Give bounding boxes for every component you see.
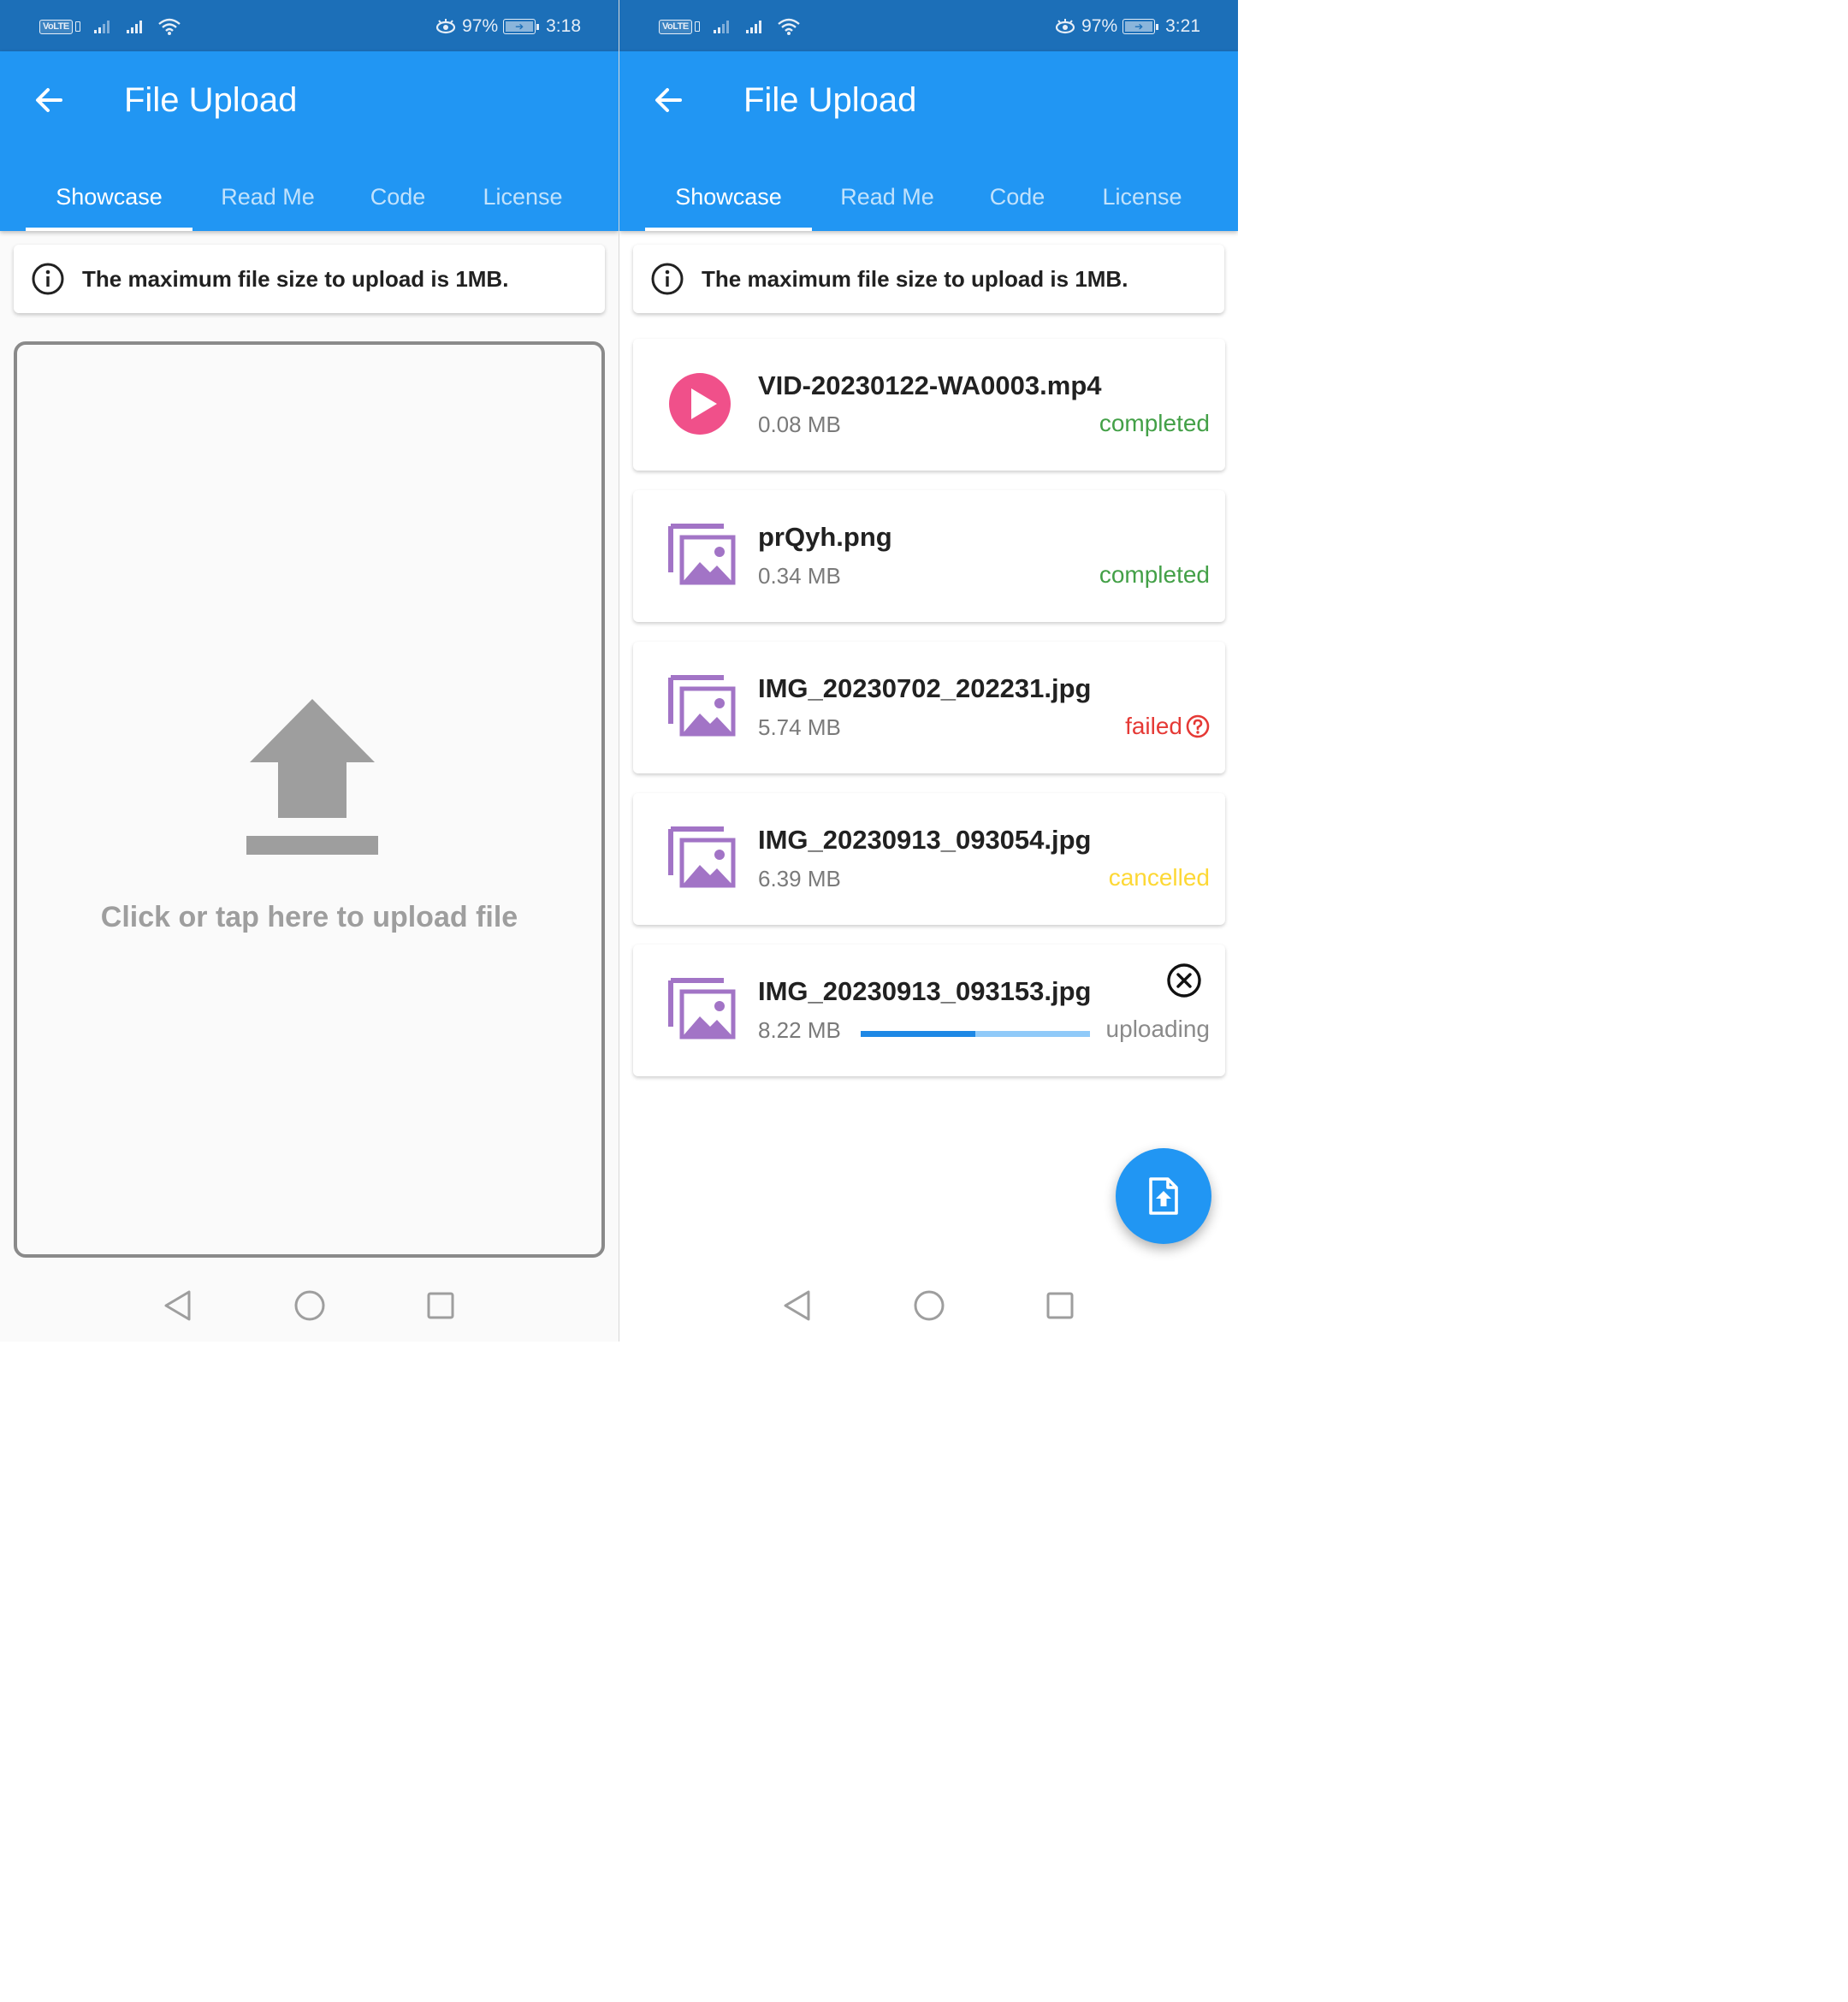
battery-percent: 97% [462,16,499,36]
circle-home-icon [914,1290,945,1321]
page-title: File Upload [124,81,298,119]
image-stack-icon [668,826,736,888]
nav-back-button[interactable] [779,1287,816,1324]
image-stack-icon [668,675,736,737]
app-bar: File Upload Showcase Read Me Code Licens… [0,51,619,231]
square-recents-icon [427,1292,454,1319]
info-text: The maximum file size to upload is 1MB. [82,266,509,292]
wifi-icon [777,18,800,35]
triangle-back-icon [784,1290,810,1321]
nav-recents-button[interactable] [422,1287,459,1324]
help-circle-icon[interactable] [1186,714,1210,738]
back-button[interactable] [29,80,68,120]
eye-comfort-icon [435,19,456,34]
system-navigation-bar [619,1270,1238,1342]
upload-progress-fill [861,1031,975,1037]
info-icon [32,263,64,295]
upload-icon [246,699,378,855]
file-size: 0.34 MB [758,563,841,589]
file-size: 0.08 MB [758,412,841,437]
tab-read-me[interactable]: Read Me [192,163,343,231]
cell-signal-2-icon [745,21,761,33]
info-banner: The maximum file size to upload is 1MB. [633,245,1224,313]
video-play-icon [669,373,731,435]
file-item[interactable]: IMG_20230913_093054.jpg 6.39 MB cancelle… [633,793,1225,925]
file-size: 6.39 MB [758,866,841,891]
file-item[interactable]: prQyh.png 0.34 MB completed [633,490,1225,622]
back-button[interactable] [649,80,688,120]
nav-home-button[interactable] [291,1287,329,1324]
status-icons-left: VoLTE [659,14,801,39]
file-name: IMG_20230913_093054.jpg [758,825,1092,855]
status-icons-right: 97% ➔ 3:21 [1054,12,1200,41]
file-item[interactable]: IMG_20230913_093153.jpg 8.22 MB uploadin… [633,945,1225,1076]
clock: 3:18 [546,16,581,36]
file-name: VID-20230122-WA0003.mp4 [758,370,1102,400]
cell-signal-2-icon [126,21,142,33]
file-name: IMG_20230702_202231.jpg [758,673,1092,703]
file-item[interactable]: IMG_20230702_202231.jpg 5.74 MB failed [633,642,1225,773]
status-failed: failed [1125,712,1210,741]
status-label: completed [1099,410,1210,436]
info-icon [651,263,684,295]
tab-bar: Showcase Read Me Code License [645,163,1212,231]
square-recents-icon [1046,1292,1074,1319]
tab-showcase[interactable]: Showcase [26,163,192,231]
tab-code[interactable]: Code [962,163,1072,231]
volte-icon: VoLTE [659,19,700,34]
file-name: IMG_20230913_093153.jpg [758,976,1092,1006]
wifi-icon [157,18,181,35]
status-label: uploading [1105,1016,1210,1042]
tab-code[interactable]: Code [343,163,453,231]
screen-upload-list: VoLTE 97% ➔ 3:21 File Upload Showcase Re… [619,0,1238,1342]
image-stack-icon [668,524,736,585]
nav-home-button[interactable] [910,1287,948,1324]
app-bar: File Upload Showcase Read Me Code Licens… [619,51,1238,231]
file-item[interactable]: VID-20230122-WA0003.mp4 0.08 MB complete… [633,339,1225,471]
status-label: completed [1099,561,1210,588]
arrow-left-icon [36,88,62,112]
upload-prompt: Click or tap here to upload file [100,901,518,933]
upload-dropzone[interactable]: Click or tap here to upload file [14,341,605,1258]
info-text: The maximum file size to upload is 1MB. [702,266,1128,292]
nav-recents-button[interactable] [1041,1287,1079,1324]
system-navigation-bar [0,1270,619,1342]
file-name: prQyh.png [758,522,892,552]
file-size: 5.74 MB [758,714,841,740]
status-bar: VoLTE 97% ➔ 3:18 [0,0,619,51]
status-label: failed [1125,713,1182,739]
volte-icon: VoLTE [39,19,80,34]
clock: 3:21 [1165,16,1200,36]
tab-bar: Showcase Read Me Code License [26,163,593,231]
upload-progress-bar [861,1031,1090,1037]
status-label: cancelled [1108,864,1210,891]
battery-icon: ➔ [1122,19,1159,34]
status-bar: VoLTE 97% ➔ 3:21 [619,0,1238,51]
tab-license[interactable]: License [453,163,593,231]
image-stack-icon [668,978,736,1040]
nav-back-button[interactable] [159,1287,197,1324]
page-title: File Upload [743,81,917,119]
battery-percent: 97% [1081,16,1118,36]
tab-showcase[interactable]: Showcase [645,163,812,231]
upload-file-fab[interactable] [1116,1148,1211,1244]
triangle-back-icon [164,1290,191,1321]
battery-icon: ➔ [503,19,540,34]
screen-empty-state: VoLTE 97% ➔ 3:18 File Upload Showcase Re… [0,0,619,1342]
file-upload-icon [1149,1177,1178,1215]
status-icons-left: VoLTE [39,14,181,39]
eye-comfort-icon [1055,19,1075,34]
tab-read-me[interactable]: Read Me [812,163,962,231]
tab-license[interactable]: License [1072,163,1212,231]
arrow-left-icon [655,88,682,112]
cell-signal-icon [713,21,729,33]
circle-home-icon [294,1290,325,1321]
cell-signal-icon [93,21,110,33]
status-icons-right: 97% ➔ 3:18 [435,12,581,41]
info-banner: The maximum file size to upload is 1MB. [14,245,605,313]
cancel-upload-icon[interactable] [1165,962,1203,999]
file-size: 8.22 MB [758,1017,841,1043]
